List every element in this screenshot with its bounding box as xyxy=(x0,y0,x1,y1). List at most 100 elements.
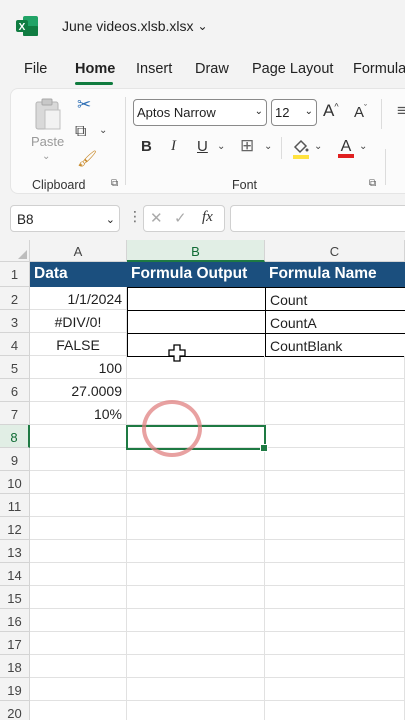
cell-b5[interactable] xyxy=(127,356,265,379)
row-header-7[interactable]: 7 xyxy=(0,402,30,425)
cell-a17[interactable] xyxy=(30,632,127,655)
decrease-font-size-button[interactable]: Aˇ xyxy=(354,103,367,121)
cell-a12[interactable] xyxy=(30,517,127,540)
cell-c5[interactable] xyxy=(265,356,405,379)
row-header-13[interactable]: 13 xyxy=(0,540,30,563)
cell-c14[interactable] xyxy=(265,563,405,586)
cell-b19[interactable] xyxy=(127,678,265,701)
cell-c2[interactable]: Count xyxy=(265,287,405,311)
row-header-17[interactable]: 17 xyxy=(0,632,30,655)
cut-icon[interactable]: ✂ xyxy=(77,95,91,115)
copy-icon[interactable]: ⧉ xyxy=(75,123,86,141)
cell-a2[interactable]: 1/1/2024 xyxy=(30,287,127,310)
cell-a11[interactable] xyxy=(30,494,127,517)
cell-a16[interactable] xyxy=(30,609,127,632)
cell-b12[interactable] xyxy=(127,517,265,540)
borders-icon[interactable]: ⊞ xyxy=(240,136,254,156)
row-header-15[interactable]: 15 xyxy=(0,586,30,609)
font-launcher-icon[interactable]: ⧉ xyxy=(369,178,376,189)
row-header-18[interactable]: 18 xyxy=(0,655,30,678)
cell-c17[interactable] xyxy=(265,632,405,655)
cell-a6[interactable]: 27.0009 xyxy=(30,379,127,402)
cell-b13[interactable] xyxy=(127,540,265,563)
cell-b6[interactable] xyxy=(127,379,265,402)
chevron-down-icon[interactable]: ⌄ xyxy=(217,141,225,152)
cell-a5[interactable]: 100 xyxy=(30,356,127,379)
tab-file[interactable]: File xyxy=(24,61,47,77)
cell-c1[interactable]: Formula Name xyxy=(265,262,405,287)
row-header-5[interactable]: 5 xyxy=(0,356,30,379)
cell-c16[interactable] xyxy=(265,609,405,632)
cell-c7[interactable] xyxy=(265,402,405,425)
paste-button[interactable]: Paste xyxy=(31,134,64,149)
column-header-a[interactable]: A xyxy=(30,240,127,262)
font-size-dropdown[interactable]: 12 ⌄ xyxy=(271,99,317,126)
row-header-12[interactable]: 12 xyxy=(0,517,30,540)
workbook-title[interactable]: June videos.xlsb.xlsx ⌄ xyxy=(62,18,208,34)
tab-insert[interactable]: Insert xyxy=(136,61,172,77)
fill-color-icon[interactable] xyxy=(291,137,311,159)
row-header-20[interactable]: 20 xyxy=(0,701,30,720)
align-icon[interactable]: ≡ xyxy=(397,101,405,121)
chevron-down-icon[interactable]: ⌄ xyxy=(264,141,272,152)
cell-c15[interactable] xyxy=(265,586,405,609)
row-header-3[interactable]: 3 xyxy=(0,310,30,333)
cell-a1[interactable]: Data xyxy=(30,262,127,287)
cell-a15[interactable] xyxy=(30,586,127,609)
column-header-b[interactable]: B xyxy=(127,240,265,262)
row-header-11[interactable]: 11 xyxy=(0,494,30,517)
cell-c6[interactable] xyxy=(265,379,405,402)
cell-b17[interactable] xyxy=(127,632,265,655)
cell-c20[interactable] xyxy=(265,701,405,720)
cell-b11[interactable] xyxy=(127,494,265,517)
underline-button[interactable]: U xyxy=(197,138,208,155)
cell-b16[interactable] xyxy=(127,609,265,632)
cell-b9[interactable] xyxy=(127,448,265,471)
cell-c13[interactable] xyxy=(265,540,405,563)
cell-c3[interactable]: CountA xyxy=(265,310,405,334)
insert-function-icon[interactable]: fx xyxy=(202,209,213,226)
cell-b2[interactable] xyxy=(127,287,266,311)
cell-a9[interactable] xyxy=(30,448,127,471)
cell-b20[interactable] xyxy=(127,701,265,720)
font-color-icon[interactable]: A xyxy=(336,136,356,160)
cell-c18[interactable] xyxy=(265,655,405,678)
chevron-down-icon[interactable]: ⌄ xyxy=(359,141,367,152)
cell-c9[interactable] xyxy=(265,448,405,471)
cell-b1[interactable]: Formula Output xyxy=(127,262,265,287)
row-header-14[interactable]: 14 xyxy=(0,563,30,586)
name-box[interactable]: B8 ⌄ xyxy=(10,205,120,232)
chevron-down-icon[interactable]: ⌄ xyxy=(314,141,322,152)
row-header-19[interactable]: 19 xyxy=(0,678,30,701)
cell-c8[interactable] xyxy=(265,425,405,448)
tab-home[interactable]: Home xyxy=(75,61,115,77)
clipboard-launcher-icon[interactable]: ⧉ xyxy=(111,178,118,189)
row-header-4[interactable]: 4 xyxy=(0,333,30,356)
more-options-icon[interactable]: ⋮ xyxy=(128,208,142,225)
cell-a10[interactable] xyxy=(30,471,127,494)
cell-b3[interactable] xyxy=(127,310,266,334)
cell-b14[interactable] xyxy=(127,563,265,586)
font-name-dropdown[interactable]: Aptos Narrow ⌄ xyxy=(133,99,267,126)
cell-a14[interactable] xyxy=(30,563,127,586)
column-header-c[interactable]: C xyxy=(265,240,405,262)
cell-c11[interactable] xyxy=(265,494,405,517)
cell-a20[interactable] xyxy=(30,701,127,720)
cell-a7[interactable]: 10% xyxy=(30,402,127,425)
formula-input[interactable] xyxy=(230,205,405,232)
cell-a19[interactable] xyxy=(30,678,127,701)
cell-a8[interactable] xyxy=(30,425,127,448)
cell-b4[interactable] xyxy=(127,333,266,357)
chevron-down-icon[interactable]: ⌄ xyxy=(42,151,50,162)
bold-button[interactable]: B xyxy=(141,138,152,155)
paste-icon[interactable] xyxy=(33,97,63,131)
cell-b10[interactable] xyxy=(127,471,265,494)
row-header-16[interactable]: 16 xyxy=(0,609,30,632)
cell-b15[interactable] xyxy=(127,586,265,609)
cell-a18[interactable] xyxy=(30,655,127,678)
tab-draw[interactable]: Draw xyxy=(195,61,229,77)
cell-a4[interactable]: FALSE xyxy=(30,333,127,356)
chevron-down-icon[interactable]: ⌄ xyxy=(99,125,107,136)
tab-formulas[interactable]: Formula xyxy=(353,61,405,77)
cell-a3[interactable]: #DIV/0! xyxy=(30,310,127,333)
